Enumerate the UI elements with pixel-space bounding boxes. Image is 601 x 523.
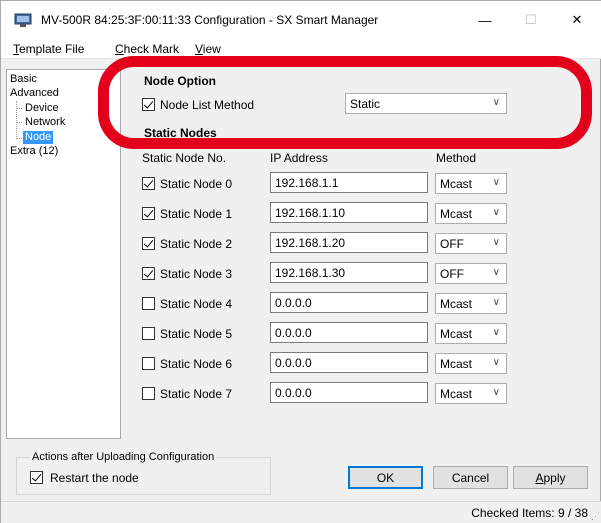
tree-item-basic[interactable]: Basic [10, 73, 37, 86]
static-node-6-ip-input[interactable] [270, 352, 428, 373]
static-node-1-method-select[interactable]: Mcast ∨ [435, 203, 507, 224]
window-title: MV-500R 84:25:3F:00:11:33 Configuration … [41, 13, 379, 27]
actions-group-label: Actions after Uploading Configuration [30, 451, 217, 463]
status-bar: Checked Items: 9 / 38 ⋰ [1, 501, 601, 523]
node-list-method-value: Static [350, 97, 381, 111]
chevron-down-icon: ∨ [492, 267, 500, 278]
checked-items-count: Checked Items: 9 / 38 [471, 506, 588, 520]
apply-button[interactable]: Apply [513, 466, 588, 489]
tree-item-extra[interactable]: Extra (12) [10, 145, 58, 158]
static-node-7-checkbox[interactable] [142, 387, 155, 400]
static-node-2-ip-input[interactable] [270, 232, 428, 253]
resize-grip-icon[interactable]: ⋰ [591, 511, 600, 522]
static-node-0-checkbox[interactable] [142, 177, 155, 190]
restart-node-label: Restart the node [50, 471, 139, 485]
static-node-3-label: Static Node 3 [160, 267, 233, 281]
static-node-0-method-value: Mcast [440, 177, 473, 191]
static-node-1-label: Static Node 1 [160, 207, 233, 221]
static-node-5-method-value: Mcast [440, 327, 473, 341]
tree-connector [16, 122, 22, 123]
node-list-method-checkbox[interactable] [142, 98, 155, 111]
menu-check-mark-label: heck Mark [123, 42, 180, 56]
chevron-down-icon: ∨ [492, 237, 500, 248]
minimize-button[interactable]: — [462, 1, 508, 39]
menu-check-mark-mnemonic: C [115, 42, 124, 56]
tree-item-node[interactable]: Node [23, 131, 54, 144]
static-node-6-method-value: Mcast [440, 357, 473, 371]
tree-item-advanced[interactable]: Advanced [10, 87, 59, 100]
cancel-button[interactable]: Cancel [433, 466, 508, 489]
tree-connector [16, 138, 22, 139]
chevron-down-icon: ∨ [492, 327, 500, 338]
tree-item-device[interactable]: Device [25, 102, 59, 115]
static-nodes-title: Static Nodes [144, 126, 217, 140]
menu-view-mnemonic: V [195, 42, 203, 56]
static-node-3-method-value: OFF [440, 267, 464, 281]
static-node-6-method-select[interactable]: Mcast ∨ [435, 353, 507, 374]
static-node-7-method-select[interactable]: Mcast ∨ [435, 383, 507, 404]
static-node-7-method-value: Mcast [440, 387, 473, 401]
menu-view-label: iew [202, 42, 221, 56]
col-static-node-no: Static Node No. [142, 151, 227, 165]
chevron-down-icon: ∨ [492, 207, 500, 218]
node-settings-panel: Node Option Node List Method Static ∨ St… [125, 61, 601, 441]
static-node-0-method-select[interactable]: Mcast ∨ [435, 173, 507, 194]
maximize-button[interactable]: ☐ [508, 1, 554, 39]
static-node-3-method-select[interactable]: OFF ∨ [435, 263, 507, 284]
static-node-6-checkbox[interactable] [142, 357, 155, 370]
static-node-3-ip-input[interactable] [270, 262, 428, 283]
menu-template-file-label: emplate File [19, 42, 85, 56]
static-node-4-method-value: Mcast [440, 297, 473, 311]
static-node-4-label: Static Node 4 [160, 297, 233, 311]
node-list-method-label: Node List Method [160, 98, 255, 112]
menu-template-file[interactable]: Template File [13, 42, 84, 56]
static-node-7-label: Static Node 7 [160, 387, 233, 401]
static-node-1-method-value: Mcast [440, 207, 473, 221]
apply-label: pply [543, 470, 566, 485]
tree-connector [16, 101, 17, 139]
app-icon [14, 13, 32, 27]
restart-node-checkbox[interactable] [30, 471, 43, 484]
col-method: Method [436, 151, 477, 165]
static-node-2-method-value: OFF [440, 237, 464, 251]
apply-mnemonic: A [535, 470, 544, 485]
static-node-6-label: Static Node 6 [160, 357, 233, 371]
tree-item-network[interactable]: Network [25, 116, 65, 129]
ok-button[interactable]: OK [348, 466, 423, 489]
static-node-5-method-select[interactable]: Mcast ∨ [435, 323, 507, 344]
static-node-7-ip-input[interactable] [270, 382, 428, 403]
static-node-0-label: Static Node 0 [160, 177, 233, 191]
chevron-down-icon: ∨ [492, 97, 500, 108]
static-node-5-label: Static Node 5 [160, 327, 233, 341]
static-node-4-checkbox[interactable] [142, 297, 155, 310]
settings-tree: Basic Advanced Device Network Node Extra… [6, 69, 121, 439]
tree-connector [16, 108, 22, 109]
static-node-3-checkbox[interactable] [142, 267, 155, 280]
static-node-5-ip-input[interactable] [270, 322, 428, 343]
menu-check-mark[interactable]: Check Mark [115, 42, 179, 56]
menu-bar: Template File Check Mark View [1, 39, 601, 59]
static-node-5-checkbox[interactable] [142, 327, 155, 340]
static-node-1-ip-input[interactable] [270, 202, 428, 223]
node-list-method-select[interactable]: Static ∨ [345, 93, 507, 114]
static-node-4-ip-input[interactable] [270, 292, 428, 313]
static-node-2-label: Static Node 2 [160, 237, 233, 251]
static-node-2-method-select[interactable]: OFF ∨ [435, 233, 507, 254]
chevron-down-icon: ∨ [492, 387, 500, 398]
chevron-down-icon: ∨ [492, 357, 500, 368]
menu-view[interactable]: View [195, 42, 221, 56]
col-ip-address: IP Address [270, 151, 328, 165]
close-button[interactable]: ✕ [554, 1, 600, 39]
chevron-down-icon: ∨ [492, 297, 500, 308]
chevron-down-icon: ∨ [492, 177, 500, 188]
static-node-1-checkbox[interactable] [142, 207, 155, 220]
configuration-window: MV-500R 84:25:3F:00:11:33 Configuration … [0, 0, 601, 523]
static-node-4-method-select[interactable]: Mcast ∨ [435, 293, 507, 314]
title-bar: MV-500R 84:25:3F:00:11:33 Configuration … [1, 1, 601, 39]
static-node-2-checkbox[interactable] [142, 237, 155, 250]
static-node-0-ip-input[interactable] [270, 172, 428, 193]
node-option-title: Node Option [144, 74, 216, 88]
